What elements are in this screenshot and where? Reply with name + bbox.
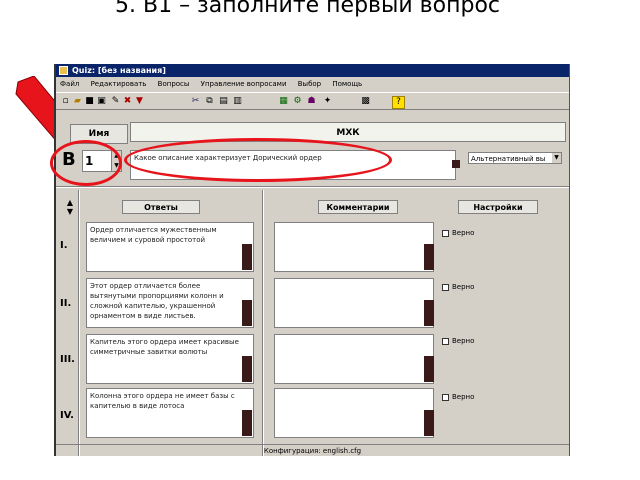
slide-title: 5. В1 – заполните первый вопрос: [115, 0, 501, 18]
answer-number: III.: [60, 354, 75, 365]
correct-checkbox[interactable]: Верно: [442, 228, 474, 238]
quiz-name-field[interactable]: МХК: [130, 122, 566, 142]
reorder-arrows-icon[interactable]: ▲ ▼: [64, 198, 76, 216]
correct-checkbox[interactable]: Верно: [442, 336, 474, 346]
answers-column-button[interactable]: Ответы: [122, 200, 200, 214]
answer-color-marker: [242, 244, 252, 270]
print-icon[interactable]: ▥: [232, 96, 243, 107]
divider-vertical: [262, 190, 264, 456]
answer-number: II.: [60, 298, 72, 309]
test-icon[interactable]: ▦: [278, 96, 289, 107]
checkbox-icon[interactable]: [442, 393, 449, 401]
answer-text-field[interactable]: Колонна этого ордера не имеет базы с кап…: [86, 388, 254, 438]
copy-icon[interactable]: ⧉: [204, 96, 215, 107]
answer-color-marker: [242, 300, 252, 326]
answer-text-field[interactable]: Капитель этого ордера имеет красивые сим…: [86, 334, 254, 384]
answer-text: Этот ордер отличается более вытянутыми п…: [90, 282, 224, 320]
save-as-icon[interactable]: ▣: [96, 96, 107, 107]
comment-field[interactable]: [274, 222, 434, 272]
comments-column-button[interactable]: Комментарии: [318, 200, 398, 214]
divider-vertical: [78, 190, 80, 456]
answer-number: IV.: [60, 410, 74, 421]
menu-bar: Файл Редактировать Вопросы Управление во…: [56, 78, 569, 90]
answer-text-field[interactable]: Ордер отличается мужественным величием и…: [86, 222, 254, 272]
checkbox-icon[interactable]: [442, 283, 449, 291]
correct-checkbox[interactable]: Верно: [442, 282, 474, 292]
highlight-ring-question: [124, 138, 392, 182]
divider: [56, 186, 569, 188]
menu-help[interactable]: Помощь: [332, 80, 362, 88]
answer-number: I.: [60, 240, 68, 251]
menu-select[interactable]: Выбор: [298, 80, 321, 88]
comment-color-marker: [424, 410, 434, 436]
menu-questions[interactable]: Вопросы: [158, 80, 190, 88]
comment-field[interactable]: [274, 388, 434, 438]
cut-icon[interactable]: ✂: [190, 96, 201, 107]
save-icon[interactable]: ■: [84, 96, 95, 107]
app-icon: [59, 66, 68, 75]
answer-text: Ордер отличается мужественным величием и…: [90, 226, 217, 244]
menu-file[interactable]: Файл: [60, 80, 79, 88]
new-icon[interactable]: ▫: [60, 96, 71, 107]
menu-edit[interactable]: Редактировать: [91, 80, 147, 88]
open-icon[interactable]: ▰: [72, 96, 83, 107]
settings-icon[interactable]: ⚙: [292, 96, 303, 107]
title-bar: Quiz: [без названия]: [56, 64, 569, 77]
menu-manage-questions[interactable]: Управление вопросами: [201, 80, 287, 88]
users-icon[interactable]: ☗: [306, 96, 317, 107]
checkbox-icon[interactable]: [442, 337, 449, 345]
answer-text: Капитель этого ордера имеет красивые сим…: [90, 338, 239, 356]
comment-color-marker: [424, 244, 434, 270]
run-icon-2[interactable]: ▩: [360, 96, 371, 107]
answer-color-marker: [242, 356, 252, 382]
correct-label: Верно: [452, 393, 475, 401]
comment-color-marker: [424, 356, 434, 382]
run-icon[interactable]: ✦: [322, 96, 333, 107]
delete-icon[interactable]: ✖: [122, 96, 133, 107]
toolbar: ▫ ▰ ■ ▣ ✎ ✖ ▼ ✂ ⧉ ▤ ▥ ▦ ⚙ ☗ ✦ ▩ ?: [56, 92, 569, 110]
correct-label: Верно: [452, 283, 475, 291]
checkbox-icon[interactable]: [442, 229, 449, 237]
correct-label: Верно: [452, 337, 475, 345]
question-type-value: Альтернативный вы: [471, 155, 546, 163]
answer-text-field[interactable]: Этот ордер отличается более вытянутыми п…: [86, 278, 254, 328]
correct-label: Верно: [452, 229, 475, 237]
settings-column-button[interactable]: Настройки: [458, 200, 538, 214]
question-color-marker: [452, 160, 460, 168]
answer-text: Колонна этого ордера не имеет базы с кап…: [90, 392, 235, 410]
highlight-ring-number: [50, 140, 122, 186]
comment-field[interactable]: [274, 334, 434, 384]
comment-color-marker: [424, 300, 434, 326]
help-icon[interactable]: ?: [392, 96, 405, 109]
paste-icon[interactable]: ▤: [218, 96, 229, 107]
question-type-select[interactable]: Альтернативный вы ▼: [468, 152, 562, 164]
app-window: Quiz: [без названия] Файл Редактировать …: [54, 64, 570, 456]
status-bar: Конфигурация: english.cfg: [56, 444, 569, 456]
window-title: Quiz: [без названия]: [72, 66, 166, 75]
answer-color-marker: [242, 410, 252, 436]
correct-checkbox[interactable]: Верно: [442, 392, 474, 402]
chevron-down-icon[interactable]: ▼: [552, 153, 561, 163]
check-icon[interactable]: ✎: [110, 96, 121, 107]
down-icon[interactable]: ▼: [134, 96, 145, 107]
comment-field[interactable]: [274, 278, 434, 328]
